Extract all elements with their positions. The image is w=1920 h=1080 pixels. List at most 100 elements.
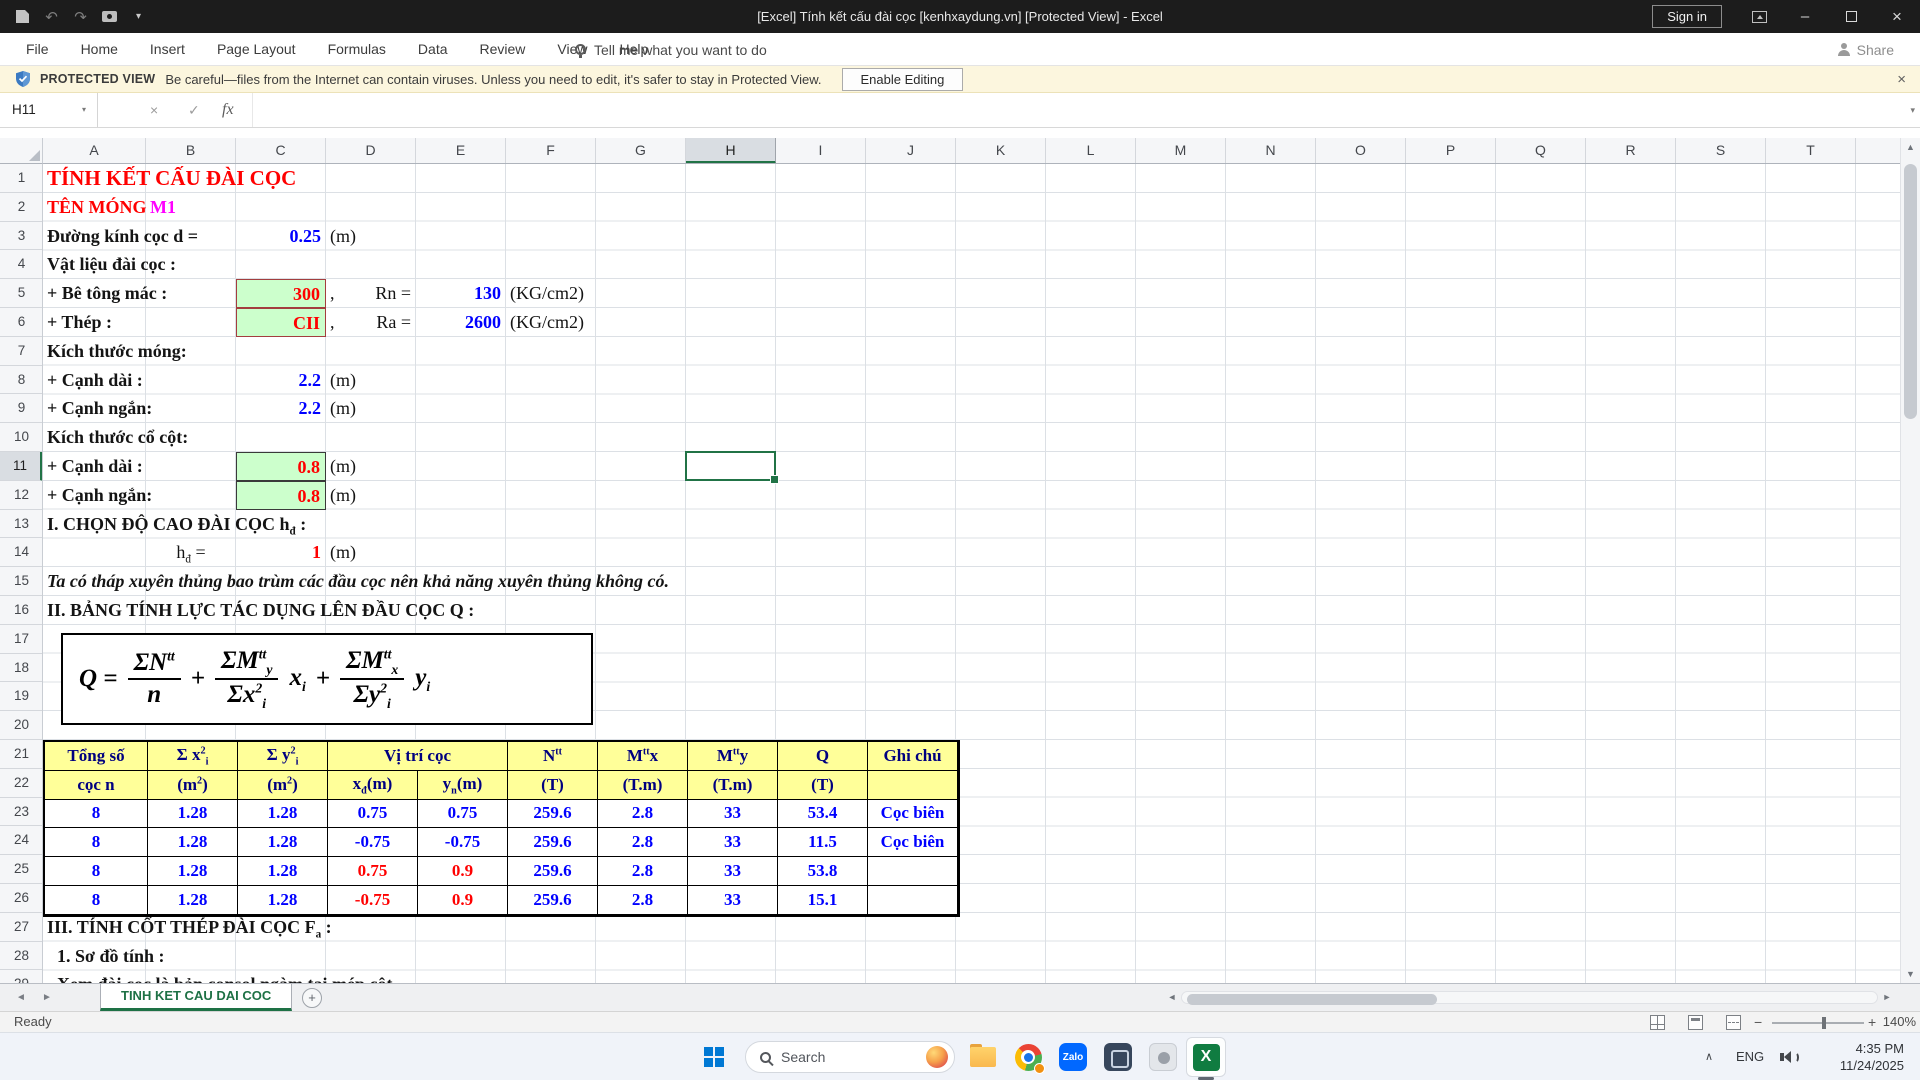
pile-table-cell[interactable]: Mtty <box>688 742 778 771</box>
cell-A2[interactable]: TÊN MÓNG <box>47 193 147 222</box>
horizontal-scrollbar[interactable]: ◄ ► <box>1163 989 1896 1006</box>
cell-D5[interactable]: Rn = <box>326 279 411 308</box>
column-header-S[interactable]: S <box>1676 138 1766 164</box>
pile-table-cell[interactable]: -0.75 <box>328 886 418 915</box>
file-explorer-icon[interactable] <box>967 1041 999 1073</box>
sign-in-button[interactable]: Sign in <box>1652 5 1722 28</box>
page-break-preview-icon[interactable] <box>1726 1015 1741 1030</box>
cell-E5[interactable]: 130 <box>416 279 501 308</box>
scroll-left-icon[interactable]: ◄ <box>1163 989 1181 1006</box>
cell-A3[interactable]: Đường kính cọc d = <box>47 222 198 251</box>
cell-C14[interactable]: 1 <box>236 538 321 567</box>
pile-table-cell[interactable]: 1.28 <box>148 828 238 857</box>
row-header-19[interactable]: 19 <box>0 682 43 711</box>
cell-C11[interactable]: 0.8 <box>236 452 326 481</box>
pile-table-cell[interactable]: Cọc biên <box>868 828 958 857</box>
column-header-Q[interactable]: Q <box>1496 138 1586 164</box>
pile-table-cell[interactable]: Vị trí cọc <box>328 742 508 771</box>
row-header-23[interactable]: 23 <box>0 798 43 827</box>
pile-table-cell[interactable] <box>868 886 958 915</box>
row-header-9[interactable]: 9 <box>0 394 43 423</box>
pile-table-cell[interactable]: Ghi chú <box>868 742 958 771</box>
ribbon-tab-review[interactable]: Review <box>464 33 542 66</box>
minimize-button[interactable]: – <box>1782 0 1828 33</box>
row-header-21[interactable]: 21 <box>0 740 43 769</box>
zoom-out-button[interactable]: − <box>1754 1012 1762 1032</box>
language-indicator[interactable]: ENG <box>1736 1033 1764 1080</box>
enable-editing-button[interactable]: Enable Editing <box>842 68 964 91</box>
cell-D6[interactable]: Ra = <box>326 308 411 337</box>
column-header-F[interactable]: F <box>506 138 596 164</box>
row-header-22[interactable]: 22 <box>0 769 43 798</box>
undo-icon[interactable]: ↶ <box>37 0 66 33</box>
enter-icon[interactable]: ✓ <box>188 93 200 127</box>
cell-A9[interactable]: + Cạnh ngắn: <box>47 394 152 423</box>
maximize-button[interactable] <box>1828 0 1874 33</box>
pile-table-cell[interactable]: 1.28 <box>238 800 328 829</box>
pile-table-cell[interactable]: (T) <box>778 771 868 800</box>
row-header-12[interactable]: 12 <box>0 481 43 510</box>
pile-table-cell[interactable]: 2.8 <box>598 857 688 886</box>
pile-table-cell[interactable]: Mttx <box>598 742 688 771</box>
name-box-dropdown-icon[interactable]: ▾ <box>82 93 86 127</box>
row-header-2[interactable]: 2 <box>0 193 43 222</box>
cell-A27[interactable]: III. TÍNH CỐT THÉP ĐÀI CỌC Fa : <box>47 913 332 942</box>
cell-C9[interactable]: 2.2 <box>236 394 321 423</box>
column-header-O[interactable]: O <box>1316 138 1406 164</box>
row-header-10[interactable]: 10 <box>0 423 43 452</box>
ribbon-tab-data[interactable]: Data <box>402 33 464 66</box>
row-header-17[interactable]: 17 <box>0 625 43 654</box>
tell-me-box[interactable]: Tell me what you want to do <box>575 33 767 66</box>
pile-table-cell[interactable]: 1.28 <box>238 857 328 886</box>
speaker-icon[interactable] <box>1780 1051 1799 1063</box>
cell-D14[interactable]: (m) <box>330 538 356 567</box>
row-header-28[interactable]: 28 <box>0 942 43 971</box>
pile-table-cell[interactable]: 0.75 <box>418 800 508 829</box>
pile-table-cell[interactable]: Q <box>778 742 868 771</box>
column-header-J[interactable]: J <box>866 138 956 164</box>
cell-A10[interactable]: Kích thước cổ cột: <box>47 423 188 452</box>
row-header-13[interactable]: 13 <box>0 510 43 539</box>
pile-table-cell[interactable]: 15.1 <box>778 886 868 915</box>
row-header-3[interactable]: 3 <box>0 222 43 251</box>
cell-A8[interactable]: + Cạnh dài : <box>47 366 143 395</box>
page-layout-view-icon[interactable] <box>1688 1015 1703 1030</box>
row-header-20[interactable]: 20 <box>0 711 43 740</box>
select-all-corner[interactable] <box>0 138 43 164</box>
pile-table-cell[interactable]: 33 <box>688 800 778 829</box>
cell-A1[interactable]: TÍNH KẾT CẤU ĐÀI CỌC <box>47 164 296 193</box>
pile-table-cell[interactable]: 2.8 <box>598 828 688 857</box>
cell-C8[interactable]: 2.2 <box>236 366 321 395</box>
pile-table-cell[interactable]: Ntt <box>508 742 598 771</box>
banner-close-icon[interactable]: × <box>1897 71 1906 88</box>
pile-table-cell[interactable]: -0.75 <box>418 828 508 857</box>
cell-C3[interactable]: 0.25 <box>236 222 321 251</box>
selected-cell-outline[interactable] <box>685 451 776 481</box>
tab-scroll-left-icon[interactable]: ◄ <box>16 984 26 1012</box>
cell-A6[interactable]: + Thép : <box>47 308 112 337</box>
column-header-M[interactable]: M <box>1136 138 1226 164</box>
pile-table-cell[interactable]: 53.4 <box>778 800 868 829</box>
cell-A29[interactable]: Xem đài cọc là bản consol ngàm tại mép c… <box>57 970 410 983</box>
column-header-G[interactable]: G <box>596 138 686 164</box>
row-header-8[interactable]: 8 <box>0 366 43 395</box>
column-header-E[interactable]: E <box>416 138 506 164</box>
pile-table-cell[interactable]: 8 <box>45 886 148 915</box>
zoom-level[interactable]: 140% <box>1878 1012 1916 1032</box>
pile-table-cell[interactable]: 1.28 <box>148 857 238 886</box>
cell-A15[interactable]: Ta có tháp xuyên thủng bao trùm các đầu … <box>47 567 669 596</box>
pile-table-cell[interactable]: Cọc biên <box>868 800 958 829</box>
column-header-C[interactable]: C <box>236 138 326 164</box>
camera-icon[interactable] <box>95 0 124 33</box>
cell-F5[interactable]: (KG/cm2) <box>510 279 584 308</box>
formula-input[interactable] <box>252 93 1898 127</box>
column-header-P[interactable]: P <box>1406 138 1496 164</box>
row-header-26[interactable]: 26 <box>0 884 43 913</box>
row-header-29[interactable]: 29 <box>0 970 43 983</box>
row-header-6[interactable]: 6 <box>0 308 43 337</box>
column-header-R[interactable]: R <box>1586 138 1676 164</box>
pile-table-cell[interactable]: 1.28 <box>148 800 238 829</box>
cell-E6[interactable]: 2600 <box>416 308 501 337</box>
cell-B14[interactable]: hđ = <box>146 538 236 567</box>
excel-taskbar-icon[interactable]: X <box>1186 1037 1226 1077</box>
